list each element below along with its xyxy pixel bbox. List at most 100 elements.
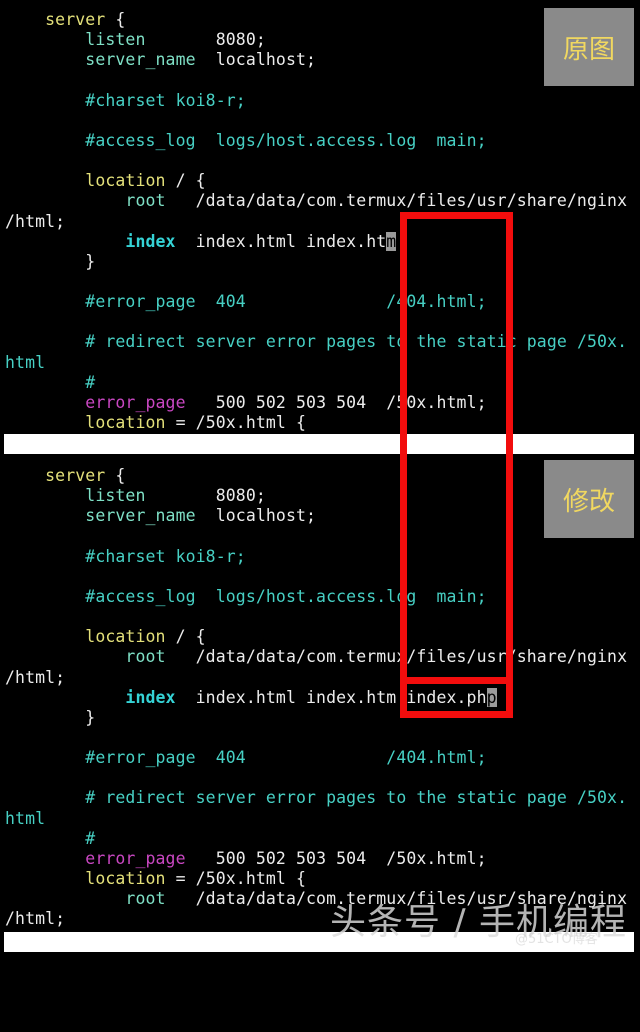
code-line[interactable]: # redirect server error pages to the sta… [5, 788, 627, 808]
code-line[interactable]: error_page 500 502 503 504 /50x.html; [5, 849, 487, 869]
code-token: root [125, 647, 166, 667]
code-token: # [85, 828, 96, 848]
code-line[interactable]: # [5, 373, 95, 393]
code-line[interactable]: #error_page 404 /404.html; [5, 748, 487, 768]
code-line[interactable]: listen 8080; [5, 486, 266, 506]
code-token: = /50x.html { [165, 869, 307, 888]
code-token: #access_log logs/host.access.log main; [85, 130, 487, 150]
editor-pane-original: 原图 server { listen 8080; server_name loc… [0, 0, 640, 513]
code-token: /data/data/com.termux/files/usr/share/ng… [165, 191, 628, 211]
code-token: location [85, 627, 166, 647]
code-token: root [125, 889, 166, 909]
editor-pane-modified: 修改 server { listen 8080; server_name loc… [0, 456, 640, 1011]
code-token: / { [165, 627, 206, 647]
code-token: { [105, 10, 126, 29]
code-token: # [85, 372, 96, 392]
code-line[interactable]: /html; [5, 909, 65, 929]
code-token: location [85, 171, 166, 191]
code-token: /data/data/com.termux/files/usr/share/ng… [165, 647, 628, 667]
code-line[interactable]: /html; [5, 668, 65, 688]
code-line[interactable]: #charset koi8-r; [5, 91, 246, 111]
code-line[interactable]: server_name localhost; [5, 506, 316, 526]
status-file-path: </com.termux/files/usr/etc/nginx/nginx.c… [5, 952, 433, 971]
code-token: /html; [5, 667, 66, 687]
code-line[interactable]: #access_log logs/host.access.log main; [5, 131, 487, 151]
code-line[interactable]: } [5, 708, 95, 728]
code-line[interactable]: server_name localhost; [5, 50, 316, 70]
code-token: 8080; [145, 486, 266, 506]
code-token: #charset koi8-r; [85, 546, 246, 566]
vim-status-bar: </com.termux/files/usr/etc/nginx/nginx.c… [4, 434, 634, 513]
code-line[interactable]: server { [5, 10, 125, 30]
code-token: server_name [85, 506, 196, 526]
code-line[interactable]: html [5, 809, 45, 829]
code-line[interactable]: #charset koi8-r; [5, 547, 246, 567]
code-line[interactable]: root /data/data/com.termux/files/usr/sha… [5, 191, 627, 211]
code-token: # redirect server error pages to the sta… [85, 332, 628, 352]
code-token: /html; [5, 909, 66, 929]
code-line[interactable]: } [5, 252, 95, 272]
code-token: html [5, 352, 46, 372]
code-token: server_name [85, 50, 196, 70]
code-line[interactable]: location / { [5, 627, 206, 647]
code-token: error_page [85, 392, 186, 412]
code-line[interactable]: # [5, 829, 95, 849]
code-line[interactable]: location = /50x.html { [5, 413, 306, 433]
code-token: index.html index.ht [175, 231, 387, 251]
code-token: { [105, 466, 126, 485]
code-token: index [125, 231, 176, 251]
code-token: 500 502 503 504 /50x.html; [185, 848, 487, 868]
status-cursor-position: 45,49 [422, 972, 472, 991]
highlight-box-column [400, 212, 513, 684]
code-line[interactable]: html [5, 353, 45, 373]
code-token: location [85, 869, 166, 888]
text-cursor: m [386, 231, 397, 251]
code-line[interactable]: index index.html index.htm [5, 231, 397, 252]
code-token: error_page [85, 848, 186, 868]
code-token: index [125, 687, 176, 707]
code-token: } [5, 251, 96, 271]
code-token: #charset koi8-r; [85, 90, 246, 110]
code-token: } [5, 707, 96, 727]
code-token: html [5, 808, 46, 828]
code-token: server [45, 466, 106, 485]
code-line[interactable]: root /data/data/com.termux/files/usr/sha… [5, 647, 627, 667]
code-token: location [85, 413, 166, 432]
code-token: server [45, 10, 106, 29]
code-token: / { [165, 171, 206, 191]
code-line[interactable]: # redirect server error pages to the sta… [5, 332, 627, 352]
code-line[interactable]: listen 8080; [5, 30, 266, 50]
code-token: #error_page 404 /404.html; [85, 748, 487, 768]
code-line[interactable]: server { [5, 466, 125, 486]
code-token: /html; [5, 211, 66, 231]
code-line[interactable]: /html; [5, 212, 65, 232]
code-token: listen [85, 486, 146, 506]
code-line[interactable]: location / { [5, 171, 206, 191]
code-token: # redirect server error pages to the sta… [85, 788, 628, 808]
code-token: listen [85, 30, 146, 50]
highlight-box-added-text [400, 677, 513, 718]
code-line[interactable]: location = /50x.html { [5, 869, 306, 889]
